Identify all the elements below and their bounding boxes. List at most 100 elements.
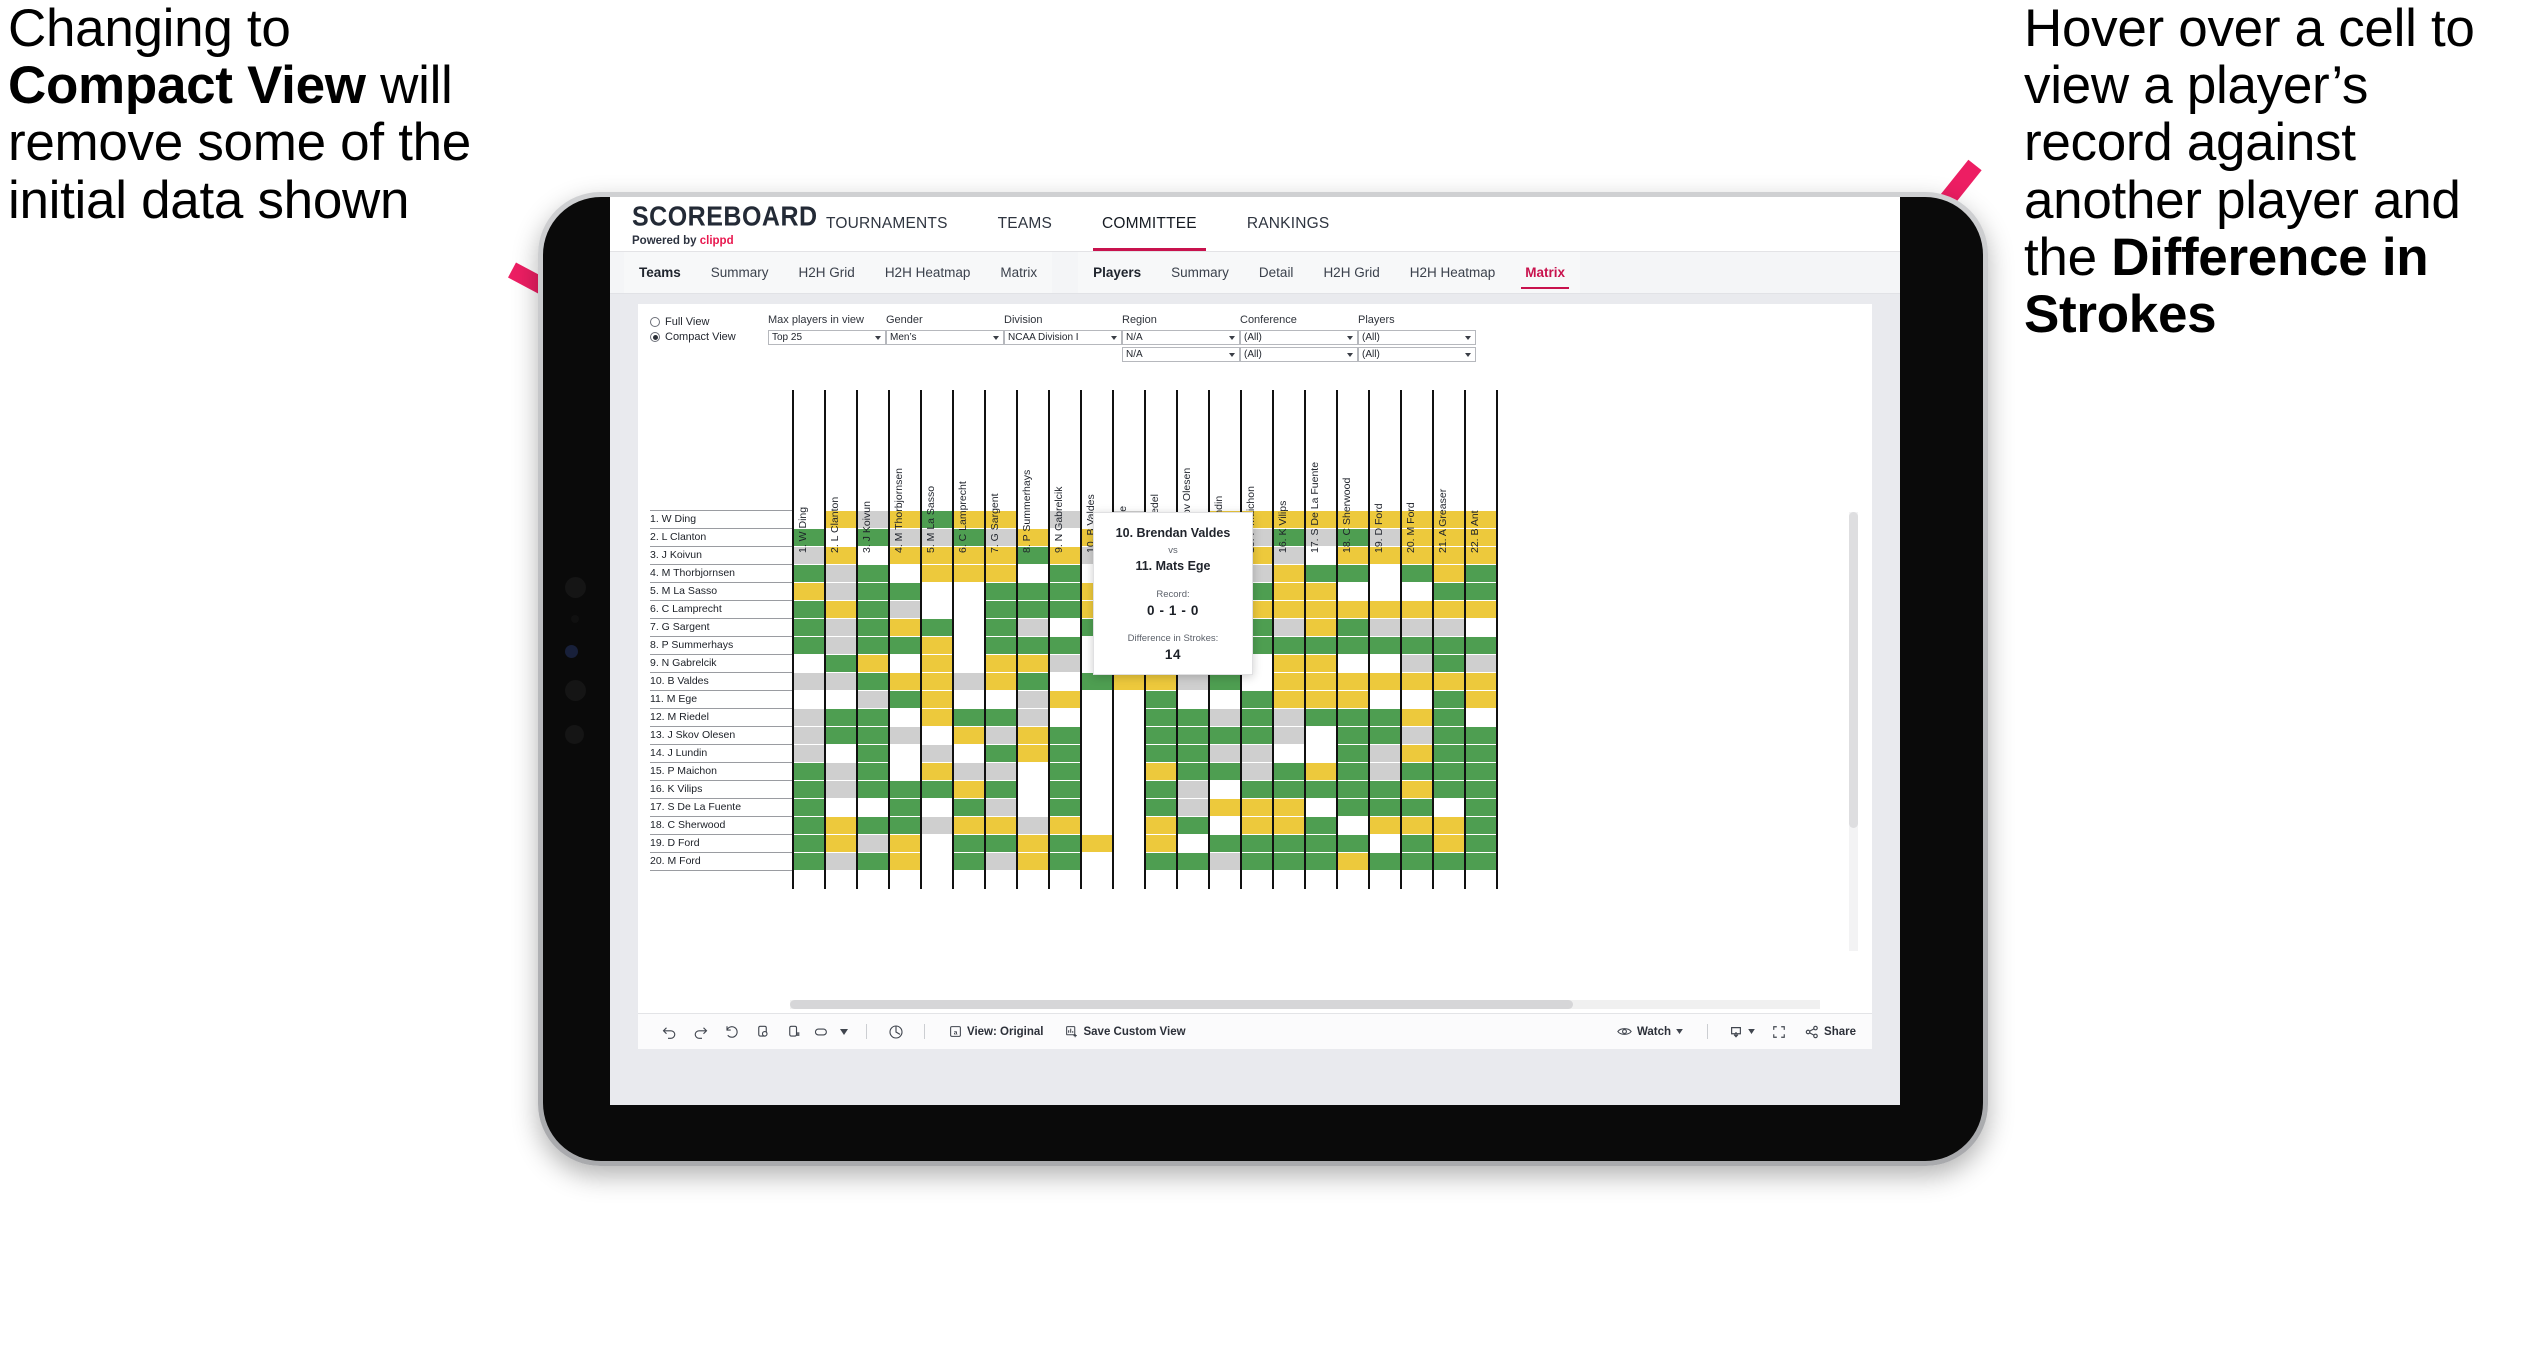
- matrix-cell[interactable]: [1400, 725, 1434, 745]
- matrix-cell[interactable]: [1400, 815, 1434, 835]
- matrix-cell[interactable]: [920, 707, 954, 727]
- matrix-cell[interactable]: [920, 725, 954, 745]
- matrix-cell[interactable]: [1336, 563, 1370, 583]
- matrix-cell[interactable]: [1048, 815, 1082, 835]
- matrix-cell[interactable]: [1368, 653, 1402, 673]
- matrix-cell[interactable]: [856, 743, 890, 763]
- matrix-cell[interactable]: [1304, 563, 1338, 583]
- matrix-cell[interactable]: [856, 653, 890, 673]
- matrix-cell[interactable]: [1112, 761, 1146, 781]
- matrix-cell[interactable]: [1272, 815, 1306, 835]
- filter-players-select-2[interactable]: (All): [1358, 347, 1476, 362]
- matrix-cell[interactable]: [1208, 689, 1242, 709]
- save-custom-view-button[interactable]: Save Custom View: [1054, 1014, 1196, 1049]
- matrix-cell[interactable]: [1144, 689, 1178, 709]
- matrix-cell[interactable]: [1176, 797, 1210, 817]
- matrix-cell[interactable]: [1336, 671, 1370, 691]
- matrix-cell[interactable]: [1112, 725, 1146, 745]
- matrix-cell[interactable]: [1016, 725, 1050, 745]
- radio-compact-view[interactable]: Compact View: [650, 331, 768, 343]
- matrix-cell[interactable]: [952, 599, 986, 619]
- matrix-cell[interactable]: [1048, 617, 1082, 637]
- matrix-cell[interactable]: [984, 563, 1018, 583]
- matrix-cell[interactable]: [952, 617, 986, 637]
- matrix-cell[interactable]: [984, 617, 1018, 637]
- matrix-cell[interactable]: [1304, 779, 1338, 799]
- matrix-cell[interactable]: [1016, 581, 1050, 601]
- matrix-cell[interactable]: [1048, 761, 1082, 781]
- matrix-cell[interactable]: [984, 707, 1018, 727]
- matrix-cell[interactable]: [824, 797, 858, 817]
- matrix-cell[interactable]: [1368, 779, 1402, 799]
- matrix-cell[interactable]: [1336, 851, 1370, 871]
- tab-players-h2h-heatmap[interactable]: H2H Heatmap: [1395, 252, 1511, 293]
- matrix-cell[interactable]: [1208, 743, 1242, 763]
- matrix-cell[interactable]: [1272, 563, 1306, 583]
- matrix-cell[interactable]: [1432, 779, 1466, 799]
- horizontal-scrollbar[interactable]: [790, 1000, 1820, 1009]
- matrix-cell[interactable]: [1016, 833, 1050, 853]
- matrix-cell[interactable]: [1432, 671, 1466, 691]
- matrix-cell[interactable]: [984, 689, 1018, 709]
- matrix-cell[interactable]: [952, 563, 986, 583]
- matrix-cell[interactable]: [1304, 599, 1338, 619]
- brand-logo[interactable]: SCOREBOARD Powered by clippd: [610, 201, 817, 247]
- matrix-cell[interactable]: [1464, 635, 1498, 655]
- matrix-cell[interactable]: [1400, 671, 1434, 691]
- matrix-cell[interactable]: [984, 815, 1018, 835]
- matrix-cell[interactable]: [1208, 851, 1242, 871]
- matrix-cell[interactable]: [792, 761, 826, 781]
- matrix-cell[interactable]: [1176, 833, 1210, 853]
- matrix-cell[interactable]: [1304, 617, 1338, 637]
- matrix-cell[interactable]: [1080, 689, 1114, 709]
- help-icon[interactable]: [880, 1014, 911, 1049]
- matrix-cell[interactable]: [856, 851, 890, 871]
- matrix-cell[interactable]: [1144, 707, 1178, 727]
- matrix-cell[interactable]: [1208, 833, 1242, 853]
- tab-players-matrix[interactable]: Matrix: [1510, 252, 1580, 293]
- matrix-cell[interactable]: [952, 797, 986, 817]
- matrix-cell[interactable]: [1272, 761, 1306, 781]
- matrix-cell[interactable]: [1272, 635, 1306, 655]
- matrix-cell[interactable]: [824, 743, 858, 763]
- matrix-cell[interactable]: [984, 833, 1018, 853]
- matrix-cell[interactable]: [1432, 797, 1466, 817]
- matrix-cell[interactable]: [1304, 689, 1338, 709]
- matrix-cell[interactable]: [888, 761, 922, 781]
- matrix-cell[interactable]: [1464, 797, 1498, 817]
- matrix-cell[interactable]: [824, 635, 858, 655]
- matrix-cell[interactable]: [824, 653, 858, 673]
- fullscreen-icon[interactable]: [1763, 1014, 1794, 1049]
- matrix-cell[interactable]: [1464, 743, 1498, 763]
- matrix-cell[interactable]: [1304, 653, 1338, 673]
- matrix-cell[interactable]: [1176, 725, 1210, 745]
- matrix-cell[interactable]: [1464, 833, 1498, 853]
- matrix-cell[interactable]: [1400, 833, 1434, 853]
- matrix-cell[interactable]: [856, 725, 890, 745]
- matrix-cell[interactable]: [952, 581, 986, 601]
- matrix-cell[interactable]: [1048, 599, 1082, 619]
- matrix-cell[interactable]: [1144, 779, 1178, 799]
- matrix-cell[interactable]: [1112, 851, 1146, 871]
- matrix-cell[interactable]: [856, 779, 890, 799]
- matrix-cell[interactable]: [1304, 671, 1338, 691]
- matrix-cell[interactable]: [888, 563, 922, 583]
- matrix-cell[interactable]: [1368, 815, 1402, 835]
- matrix-cell[interactable]: [1368, 617, 1402, 637]
- matrix-cell[interactable]: [888, 653, 922, 673]
- matrix-cell[interactable]: [1336, 689, 1370, 709]
- matrix-cell[interactable]: [1080, 761, 1114, 781]
- matrix-cell[interactable]: [856, 707, 890, 727]
- matrix-cell[interactable]: [952, 653, 986, 673]
- tab-teams-summary[interactable]: Summary: [696, 252, 784, 293]
- matrix-cell[interactable]: [1144, 725, 1178, 745]
- matrix-cell[interactable]: [1400, 851, 1434, 871]
- matrix-cell[interactable]: [1272, 671, 1306, 691]
- matrix-cell[interactable]: [856, 761, 890, 781]
- matrix-cell[interactable]: [1432, 689, 1466, 709]
- matrix-cell[interactable]: [1176, 815, 1210, 835]
- matrix-cell[interactable]: [792, 797, 826, 817]
- matrix-cell[interactable]: [1272, 833, 1306, 853]
- matrix-cell[interactable]: [1176, 689, 1210, 709]
- caret-down-icon[interactable]: [835, 1014, 853, 1049]
